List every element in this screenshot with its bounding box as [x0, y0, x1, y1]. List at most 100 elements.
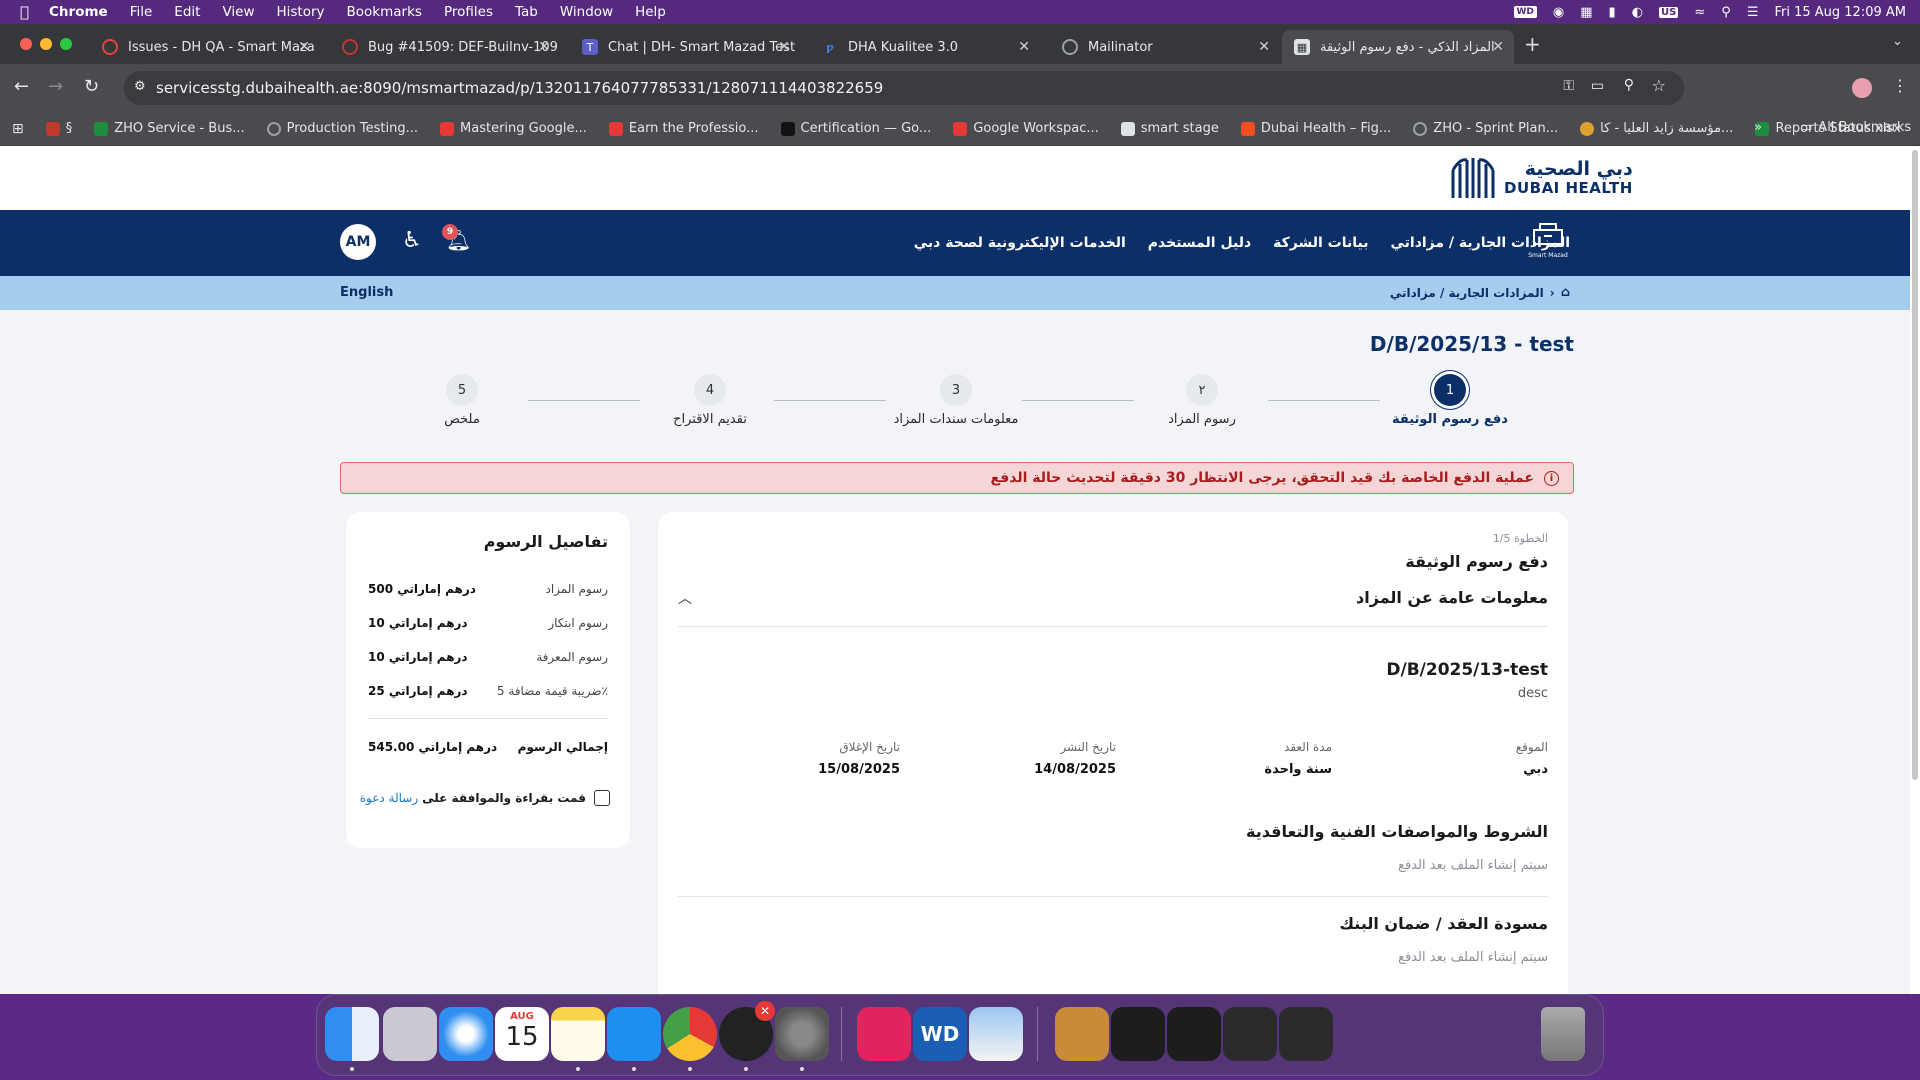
nav-item-user-guide[interactable]: دليل المستخدم — [1148, 235, 1251, 251]
more-bookmarks-icon[interactable]: » — [1754, 120, 1762, 135]
page-scrollbar-thumb[interactable] — [1912, 150, 1918, 780]
install-app-icon[interactable]: ▭ — [1591, 78, 1604, 94]
step-3[interactable]: 3 معلومات سندات المزاد — [876, 374, 1036, 427]
dubai-health-logo[interactable]: دبي الصحية DUBAI HEALTH — [1450, 156, 1633, 200]
battery-icon[interactable]: ▮ — [1609, 5, 1616, 20]
browser-tab-kualitee[interactable]: ƿ DHA Kualitee 3.0 ✕ — [810, 30, 1040, 64]
accessibility-icon[interactable]: ♿ — [402, 228, 422, 253]
browser-tab-bug[interactable]: Bug #41509: DEF-BuiInv-109 ✕ — [330, 30, 560, 64]
menu-profiles[interactable]: Profiles — [444, 4, 493, 20]
all-bookmarks[interactable]: ▭ All Bookmarks — [1800, 120, 1911, 135]
recent-window-icon[interactable] — [1279, 1007, 1333, 1061]
menu-window[interactable]: Window — [560, 4, 613, 20]
close-icon[interactable]: ✕ — [298, 39, 310, 55]
bookmark-item[interactable]: ZHO - Sprint Plan... — [1413, 121, 1558, 136]
more-menu-icon[interactable]: ⋮ — [1892, 76, 1908, 95]
new-tab-button[interactable]: + — [1524, 32, 1541, 56]
bookmark-item[interactable]: Dubai Health – Fig... — [1240, 121, 1391, 136]
close-icon[interactable]: ✕ — [1018, 39, 1030, 55]
profile-avatar-icon[interactable] — [1852, 78, 1872, 98]
close-icon[interactable]: ✕ — [1258, 39, 1270, 55]
nav-avatar[interactable]: AM — [340, 224, 376, 260]
wd-discovery-icon[interactable]: WD — [913, 1007, 967, 1061]
creative-cloud-icon[interactable]: ◉ — [1553, 5, 1564, 20]
bookmark-item[interactable]: smart stage — [1120, 121, 1219, 136]
minimize-window-button[interactable] — [40, 38, 52, 50]
wd-icon[interactable]: WD — [1513, 6, 1537, 18]
grid-icon[interactable]: ▦ — [1580, 5, 1592, 20]
recent-window-icon[interactable] — [1167, 1007, 1221, 1061]
step-5[interactable]: 5 ملخص — [412, 374, 512, 427]
input-source-icon[interactable]: US — [1659, 6, 1679, 18]
home-icon[interactable]: ⌂ — [1561, 285, 1570, 300]
maximize-window-button[interactable] — [60, 38, 72, 50]
step-1[interactable]: 1 دفع رسوم الوثيقة — [1380, 374, 1520, 427]
package-installer-icon[interactable] — [1055, 1007, 1109, 1061]
step-2[interactable]: ٢ رسوم المزاد — [1132, 374, 1272, 427]
address-bar[interactable]: ⚙ servicesstg.dubaihealth.ae:8090/msmart… — [124, 71, 1684, 105]
menu-view[interactable]: View — [222, 4, 254, 20]
back-icon[interactable]: ← — [14, 76, 29, 97]
forward-icon[interactable]: → — [48, 76, 63, 97]
calendar-app-icon[interactable]: AUG 15 — [495, 1007, 549, 1061]
close-icon[interactable]: ✕ — [1492, 39, 1504, 55]
menu-help[interactable]: Help — [635, 4, 666, 20]
close-window-button[interactable] — [20, 38, 32, 50]
password-key-icon[interactable]: ⚿ — [1563, 78, 1574, 94]
close-icon[interactable]: ✕ — [538, 39, 550, 55]
preview-icon[interactable] — [969, 1007, 1023, 1061]
search-icon[interactable]: ⚲ — [1721, 5, 1731, 20]
close-icon[interactable]: ✕ — [778, 39, 790, 55]
apple-icon[interactable]:  — [20, 3, 29, 21]
step-4[interactable]: 4 تقديم الاقتراح — [640, 374, 780, 427]
nav-item-e-services[interactable]: الخدمات الإليكترونية لصحة دبي — [914, 235, 1126, 251]
breadcrumb-current[interactable]: المزادات الجارية / مزاداتي — [1390, 286, 1544, 300]
zoom-icon[interactable]: ⚲ — [1624, 77, 1634, 93]
chrome-icon[interactable] — [663, 1007, 717, 1061]
browser-tab-mailinator[interactable]: Mailinator ✕ — [1050, 30, 1280, 64]
control-icon[interactable]: ◐ — [1632, 5, 1643, 20]
invitation-letter-link[interactable]: رسالة دعوة — [360, 791, 418, 805]
apps-grid-icon[interactable]: ⊞ — [12, 121, 24, 137]
app-store-icon[interactable] — [607, 1007, 661, 1061]
bookmark-item[interactable]: Mastering Google... — [440, 121, 587, 136]
bookmark-item[interactable]: § — [45, 121, 72, 136]
bookmark-item[interactable]: Certification — Go... — [780, 121, 931, 136]
browser-tab-chat[interactable]: T Chat | DH- Smart Mazad Test ✕ — [570, 30, 800, 64]
menu-edit[interactable]: Edit — [174, 4, 200, 20]
site-info-icon[interactable]: ⚙ — [134, 79, 146, 94]
wifi-icon[interactable]: ≈ — [1694, 5, 1705, 20]
safari-icon[interactable] — [439, 1007, 493, 1061]
bookmark-star-icon[interactable]: ☆ — [1652, 76, 1666, 95]
control-center-icon[interactable]: ☰ — [1747, 5, 1759, 20]
trash-icon[interactable] — [1541, 1007, 1585, 1061]
menu-file[interactable]: File — [130, 4, 153, 20]
bookmark-item[interactable]: Production Testing... — [266, 121, 418, 136]
system-settings-icon[interactable] — [775, 1007, 829, 1061]
menu-history[interactable]: History — [277, 4, 325, 20]
bookmark-item[interactable]: Google Workspac... — [953, 121, 1099, 136]
finder-icon[interactable] — [325, 1007, 379, 1061]
menu-tab[interactable]: Tab — [515, 4, 538, 20]
launchpad-icon[interactable] — [383, 1007, 437, 1061]
menubar-clock[interactable]: Fri 15 Aug 12:09 AM — [1774, 5, 1906, 20]
browser-tab-issues[interactable]: Issues - DH QA - Smart Maza ✕ — [90, 30, 320, 64]
bookmark-item[interactable]: مؤسسة زايد العليا - كا... — [1580, 121, 1733, 136]
language-toggle[interactable]: English — [340, 285, 393, 300]
notes-icon[interactable] — [551, 1007, 605, 1061]
creative-cloud-app-icon[interactable] — [857, 1007, 911, 1061]
menu-bookmarks[interactable]: Bookmarks — [347, 4, 422, 20]
recent-window-icon[interactable] — [1111, 1007, 1165, 1061]
nav-item-company-data[interactable]: بيانات الشركة — [1273, 235, 1368, 251]
reload-icon[interactable]: ↻ — [84, 76, 99, 97]
tab-search-icon[interactable]: ⌄ — [1892, 34, 1903, 49]
smart-mazad-logo[interactable]: Smart Mazad — [1526, 220, 1570, 266]
bookmark-item[interactable]: Earn the Professio... — [608, 121, 759, 136]
bookmark-item[interactable]: ZHO Service - Bus... — [94, 121, 245, 136]
menu-app-name[interactable]: Chrome — [49, 4, 108, 20]
chevron-up-icon[interactable]: ︿ — [678, 588, 692, 608]
agree-checkbox[interactable] — [594, 790, 610, 806]
browser-tab-active[interactable]: ▦ المزاد الذكي - دفع رسوم الوثيقة ✕ — [1282, 30, 1514, 64]
recent-window-icon[interactable] — [1223, 1007, 1277, 1061]
info-publish-date: تاريخ النشر 14/08/2025 — [936, 740, 1116, 777]
